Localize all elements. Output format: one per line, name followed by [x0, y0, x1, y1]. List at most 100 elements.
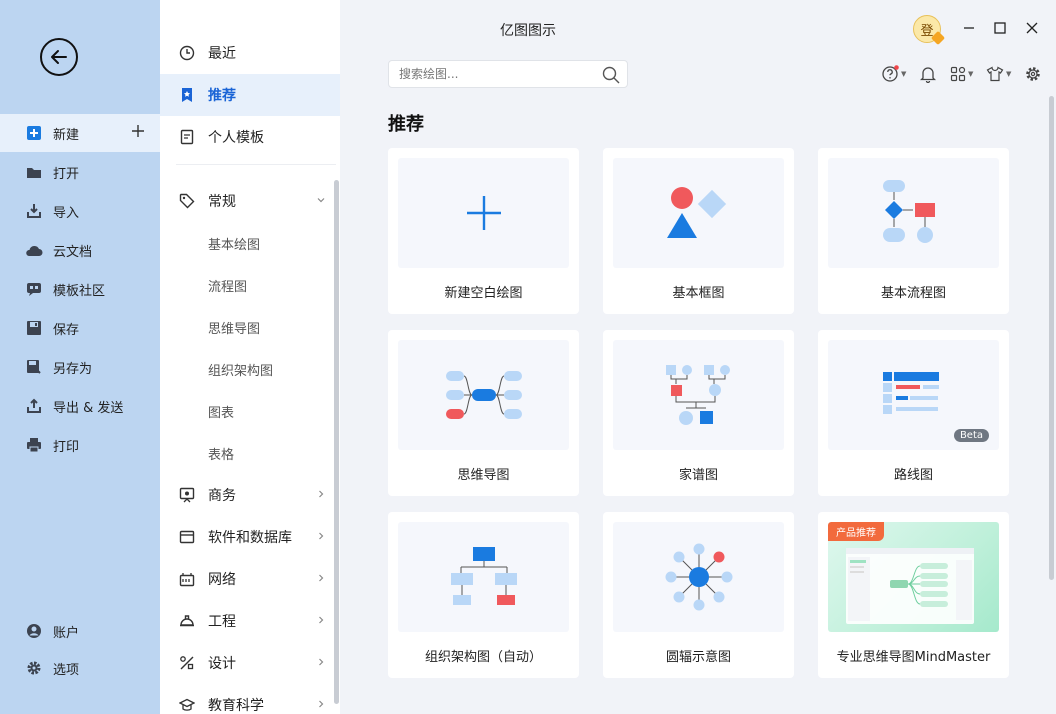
help-button[interactable]: ▼ [881, 64, 906, 84]
search-input[interactable] [399, 67, 589, 81]
template-card-basic-flowchart[interactable]: 基本流程图 [818, 148, 1009, 314]
sidebar-item-import[interactable]: 导入 [0, 192, 160, 230]
folder-icon [25, 163, 43, 181]
bell-icon [920, 67, 936, 83]
nav-item-label: 工程 [208, 614, 236, 630]
minimize-button[interactable] [957, 16, 981, 40]
nav-item-recent[interactable]: 最近 [160, 32, 340, 74]
main-scrollbar[interactable] [1049, 96, 1054, 580]
sidebar-item-export-send[interactable]: 导出 & 发送 [0, 387, 160, 425]
close-icon [1026, 22, 1038, 34]
dropdown-arrow-icon: ▼ [968, 70, 974, 78]
nav-item-label: 商务 [208, 488, 236, 504]
card-thumbnail [828, 158, 999, 268]
mindmaster-preview-illustration [845, 548, 974, 624]
flowchart-illustration [882, 180, 935, 243]
sidebar-item-options[interactable]: 选项 [0, 649, 160, 687]
template-card-roadmap[interactable]: Beta 路线图 [818, 330, 1009, 496]
chevron-right-icon [316, 655, 326, 671]
beta-badge: Beta [953, 429, 989, 442]
bookmark-star-icon [178, 86, 196, 104]
nav-item-label: 个人模板 [208, 130, 264, 146]
sidebar-item-label: 云文档 [53, 244, 93, 260]
template-card-new-blank[interactable]: 新建空白绘图 [388, 148, 579, 314]
template-card-basic-block[interactable]: 基本框图 [603, 148, 794, 314]
nav-item-label: 教育科学 [208, 698, 264, 714]
divider [176, 164, 336, 165]
notifications-button[interactable] [920, 64, 936, 84]
sidebar-item-label: 选项 [53, 662, 80, 678]
sidebar-item-open[interactable]: 打开 [0, 153, 160, 191]
nav-subitem-basic-drawing[interactable]: 基本绘图 [208, 222, 260, 264]
clock-icon [178, 44, 196, 62]
mindmap-illustration [445, 371, 522, 419]
card-thumbnail [613, 522, 784, 632]
search-box[interactable] [388, 60, 628, 88]
sidebar-item-label: 打开 [53, 166, 80, 182]
nav-subitem-org-chart[interactable]: 组织架构图 [208, 348, 273, 390]
close-button[interactable] [1020, 16, 1044, 40]
category-nav: 最近 推荐 个人模板 常规 基本绘图 流程图 思维导图 组织架构图 图表 表格 … [160, 0, 340, 714]
sidebar-item-label: 新建 [53, 127, 80, 143]
presentation-icon [178, 486, 196, 504]
plus-icon[interactable] [130, 123, 146, 143]
dropdown-arrow-icon: ▼ [901, 70, 907, 78]
maximize-icon [994, 22, 1006, 34]
sidebar-item-label: 导出 & 发送 [53, 400, 124, 416]
nav-item-general[interactable]: 常规 [160, 180, 340, 222]
dropdown-arrow-icon: ▼ [1006, 70, 1012, 78]
arrow-left-icon [51, 50, 67, 64]
sidebar-item-cloud[interactable]: 云文档 [0, 231, 160, 269]
user-icon [25, 622, 43, 640]
cloud-icon [25, 241, 43, 259]
template-card-family-tree[interactable]: 家谱图 [603, 330, 794, 496]
gear-icon [1026, 67, 1040, 81]
card-thumbnail [398, 158, 569, 268]
skin-button[interactable]: ▼ [986, 64, 1011, 84]
community-icon [25, 280, 43, 298]
nav-item-network[interactable]: 网络 [160, 558, 340, 600]
nav-item-engineering[interactable]: 工程 [160, 600, 340, 642]
template-card-org-chart-auto[interactable]: 组织架构图（自动） [388, 512, 579, 678]
nav-item-design[interactable]: 设计 [160, 642, 340, 684]
sidebar-item-save[interactable]: 保存 [0, 309, 160, 347]
sidebar-item-template-community[interactable]: 模板社区 [0, 270, 160, 308]
section-title: 推荐 [388, 114, 424, 135]
template-card-mindmap[interactable]: 思维导图 [388, 330, 579, 496]
nav-subitem-tables[interactable]: 表格 [208, 432, 234, 474]
document-icon [178, 128, 196, 146]
template-card-mindmaster-promo[interactable]: 产品推荐 专业思维导图MindMaster [818, 512, 1009, 678]
card-label: 思维导图 [457, 468, 510, 483]
nav-item-personal-templates[interactable]: 个人模板 [160, 116, 340, 158]
back-button[interactable] [40, 38, 78, 76]
card-label: 家谱图 [678, 468, 718, 483]
card-label: 路线图 [893, 468, 933, 483]
settings-button[interactable] [1025, 64, 1041, 84]
maximize-button[interactable] [988, 16, 1012, 40]
search-icon[interactable] [601, 65, 621, 89]
nav-scrollbar[interactable] [334, 180, 339, 704]
nav-subitem-flowchart[interactable]: 流程图 [208, 264, 247, 306]
nav-item-software-database[interactable]: 软件和数据库 [160, 516, 340, 558]
nav-item-education-science[interactable]: 教育科学 [160, 684, 340, 714]
chevron-down-icon[interactable] [316, 193, 326, 209]
template-card-radial-diagram[interactable]: 圆辐示意图 [603, 512, 794, 678]
sidebar-item-account[interactable]: 账户 [0, 612, 160, 650]
apps-button[interactable]: ▼ [950, 64, 973, 84]
nav-item-business[interactable]: 商务 [160, 474, 340, 516]
sidebar-item-new[interactable]: 新建 [0, 114, 160, 152]
org-chart-illustration [450, 547, 517, 605]
nav-subitem-mindmap[interactable]: 思维导图 [208, 306, 260, 348]
login-avatar[interactable]: 登 [913, 15, 946, 46]
tag-icon [178, 192, 196, 210]
nav-subitem-charts[interactable]: 图表 [208, 390, 234, 432]
sidebar-item-save-as[interactable]: 另存为 [0, 348, 160, 386]
tshirt-icon [986, 66, 1004, 82]
card-label: 组织架构图（自动） [424, 650, 542, 665]
nav-item-recommended[interactable]: 推荐 [160, 74, 340, 116]
nav-item-label: 网络 [208, 572, 236, 588]
nav-item-label: 软件和数据库 [208, 530, 292, 546]
window-icon [178, 528, 196, 546]
import-icon [25, 202, 43, 220]
sidebar-item-print[interactable]: 打印 [0, 426, 160, 464]
